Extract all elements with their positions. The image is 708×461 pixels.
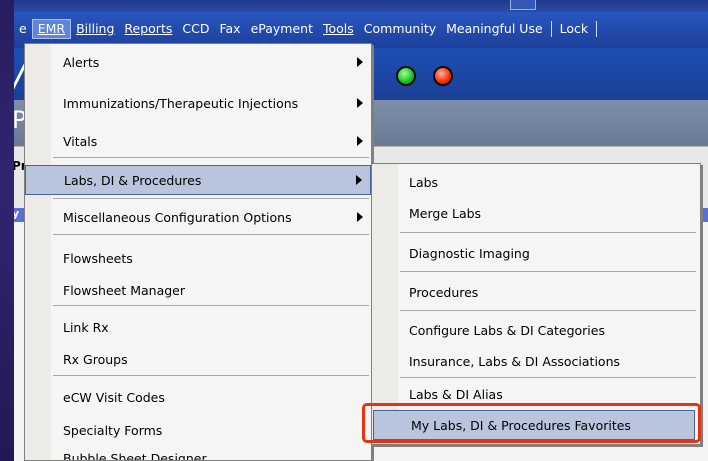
menu-item-label: Vitals	[63, 133, 98, 149]
menu-item-label: Specialty Forms	[63, 422, 163, 438]
menu-separator	[550, 21, 552, 37]
menu-item-label: eCW Visit Codes	[63, 389, 165, 405]
submenu-item-labs[interactable]: Labs	[372, 167, 700, 197]
menu-item-flowsheet-manager[interactable]: Flowsheet Manager	[25, 275, 371, 305]
red-status-light-icon[interactable]	[433, 66, 453, 86]
submenu-item-merge-labs[interactable]: Merge Labs	[372, 198, 700, 228]
menu-meaningful-use[interactable]: Meaningful Use	[441, 19, 548, 39]
menu-item-label: Bubble Sheet Designer	[63, 450, 207, 461]
menu-community[interactable]: Community	[359, 19, 441, 39]
menu-item-label: Rx Groups	[63, 351, 128, 367]
menu-separator	[400, 310, 696, 311]
submenu-item-configure-categories[interactable]: Configure Labs & DI Categories	[372, 315, 700, 345]
menu-item-rx-groups[interactable]: Rx Groups	[25, 344, 371, 374]
menu-item-label: Labs, DI & Procedures	[64, 172, 202, 188]
menu-item-label: Miscellaneous Configuration Options	[63, 209, 292, 225]
menu-item-label: Flowsheets	[63, 250, 133, 266]
menu-item-flowsheets[interactable]: Flowsheets	[25, 243, 371, 273]
menu-item-bubble-sheet-designer[interactable]: Bubble Sheet Designer	[25, 443, 371, 461]
menu-lock[interactable]: Lock	[555, 19, 594, 39]
submenu-arrow-icon	[357, 136, 363, 146]
menu-separator	[53, 198, 369, 199]
menu-item-label: Flowsheet Manager	[63, 282, 186, 298]
menu-item-label: Alerts	[63, 54, 100, 70]
menu-item-labs-di-procedures[interactable]: Labs, DI & Procedures	[25, 165, 371, 195]
submenu-item-label: Labs	[409, 174, 439, 190]
menu-epayment[interactable]: ePayment	[246, 19, 318, 39]
submenu-item-label: Merge Labs	[409, 205, 482, 221]
menu-item-vitals[interactable]: Vitals	[25, 126, 371, 156]
submenu-item-insurance-associations[interactable]: Insurance, Labs & DI Associations	[372, 346, 700, 376]
menu-separator	[400, 377, 696, 378]
menu-e[interactable]: e	[14, 19, 32, 39]
menu-item-link-rx[interactable]: Link Rx	[25, 312, 371, 342]
submenu-arrow-icon	[357, 212, 363, 222]
blue-strip-text: y	[14, 207, 20, 220]
submenu-item-label: Diagnostic Imaging	[409, 245, 530, 261]
menu-billing[interactable]: Billing	[71, 19, 119, 39]
menu-separator	[400, 232, 696, 233]
menu-item-specialty-forms[interactable]: Specialty Forms	[25, 415, 371, 445]
submenu-item-label: Labs & DI Alias	[409, 386, 503, 402]
green-status-light-icon[interactable]	[396, 66, 416, 86]
submenu-item-label: Insurance, Labs & DI Associations	[409, 353, 621, 369]
menu-ccd[interactable]: CCD	[177, 19, 214, 39]
menu-separator	[53, 305, 369, 306]
submenu-arrow-icon	[357, 57, 363, 67]
submenu-arrow-icon	[356, 175, 362, 185]
menu-reports[interactable]: Reports	[119, 19, 177, 39]
submenu-item-label: Procedures	[409, 284, 479, 300]
window-control[interactable]	[510, 0, 536, 10]
callout-highlight-box	[362, 403, 701, 443]
submenu-arrow-icon	[357, 98, 363, 108]
menu-item-label: Immunizations/Therapeutic Injections	[63, 95, 299, 111]
menu-item-ecw-visit-codes[interactable]: eCW Visit Codes	[25, 382, 371, 412]
menu-separator	[53, 375, 369, 376]
submenu-item-label: Configure Labs & DI Categories	[409, 322, 605, 338]
menu-emr[interactable]: EMR	[31, 19, 72, 39]
title-bar	[14, 0, 708, 12]
menu-item-misc-config[interactable]: Miscellaneous Configuration Options	[25, 202, 371, 232]
menu-separator	[400, 271, 696, 272]
menu-tools[interactable]: Tools	[318, 19, 359, 39]
menu-fax[interactable]: Fax	[214, 19, 245, 39]
menu-item-immunizations[interactable]: Immunizations/Therapeutic Injections	[25, 88, 371, 118]
submenu-item-diagnostic-imaging[interactable]: Diagnostic Imaging	[372, 238, 700, 268]
menu-item-label: Link Rx	[63, 319, 109, 335]
submenu-item-procedures[interactable]: Procedures	[372, 277, 700, 307]
menu-separator	[53, 157, 369, 158]
menu-separator	[596, 21, 598, 37]
menu-separator	[53, 234, 369, 235]
emr-dropdown-menu: Alerts Immunizations/Therapeutic Injecti…	[24, 43, 372, 461]
menu-item-alerts[interactable]: Alerts	[25, 47, 371, 77]
